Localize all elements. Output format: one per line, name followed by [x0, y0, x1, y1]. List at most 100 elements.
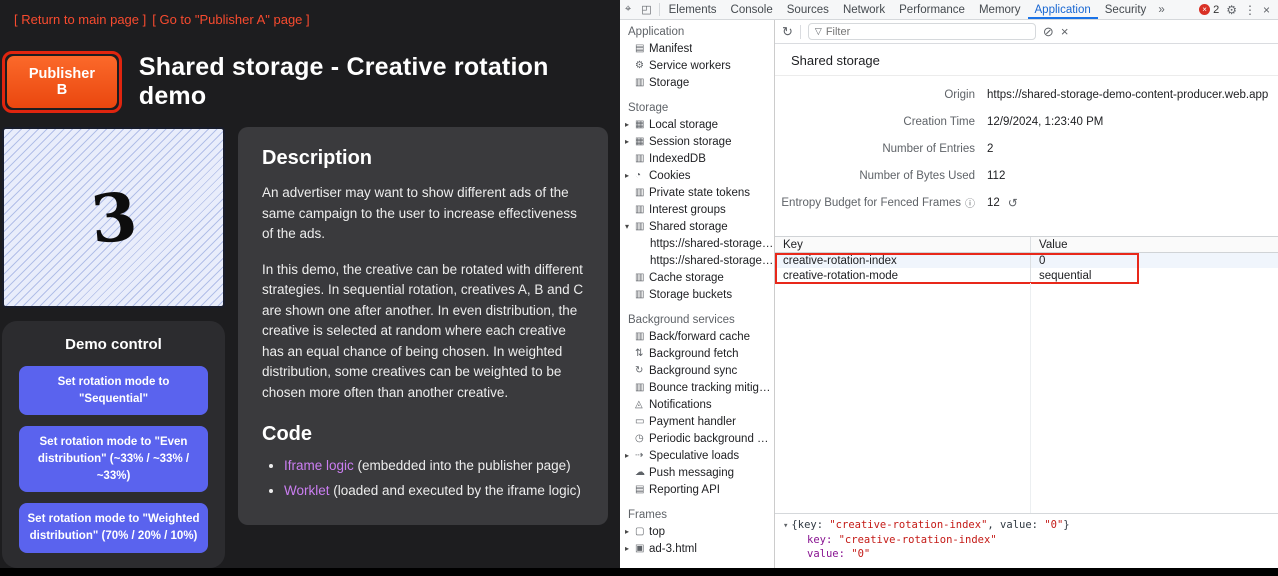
- preview-summary-line[interactable]: ▾{key: "creative-rotation-index", value:…: [783, 518, 1270, 533]
- devtools-panel: ⌖ ◰ ElementsConsoleSourcesNetworkPerform…: [620, 0, 1278, 568]
- site-body: 3 Demo control Set rotation mode to "Seq…: [2, 127, 620, 568]
- rotation-mode-button-1[interactable]: Set rotation mode to "Even distribution"…: [19, 426, 208, 492]
- sidebar-item-indexeddb[interactable]: ▥IndexedDB: [620, 150, 774, 167]
- table-row-creative-rotation-mode[interactable]: creative-rotation-modesequential: [775, 268, 1278, 283]
- sidebar-item-label: Manifest: [649, 43, 692, 55]
- kebab-menu-icon[interactable]: ⋮: [1244, 3, 1256, 17]
- sidebar-item-ad-3-html[interactable]: ▸▣ad-3.html: [620, 540, 774, 557]
- device-toolbar-icon[interactable]: ◰: [636, 0, 656, 19]
- creative-number: 3: [87, 177, 140, 259]
- info-icon[interactable]: ⓘ: [965, 195, 975, 210]
- expand-icon[interactable]: ▸: [625, 171, 635, 180]
- code-link-worklet[interactable]: Worklet: [284, 483, 330, 498]
- tab-sources[interactable]: Sources: [780, 0, 836, 19]
- sidebar-item-reporting-api[interactable]: ▤Reporting API: [620, 481, 774, 498]
- devtools-main: ↻ ▽ ⊘ × Shared storage Originhttps://sha…: [775, 20, 1278, 568]
- more-tabs-icon[interactable]: »: [1153, 0, 1169, 19]
- tab-console[interactable]: Console: [724, 0, 780, 19]
- rotation-mode-button-2[interactable]: Set rotation mode to "Weighted distribut…: [19, 503, 208, 552]
- db-icon: ▥: [635, 289, 649, 300]
- sidebar-item-background-fetch[interactable]: ⇅Background fetch: [620, 345, 774, 362]
- code-list: Iframe logic (embedded into the publishe…: [262, 456, 584, 502]
- metadata-value-text: 2: [987, 143, 993, 155]
- sidebar-item-interest-groups[interactable]: ▥Interest groups: [620, 201, 774, 218]
- preview-expander-icon[interactable]: ▾: [783, 521, 788, 531]
- code-link-description: (embedded into the publisher page): [354, 458, 571, 473]
- tab-network[interactable]: Network: [836, 0, 892, 19]
- tab-performance[interactable]: Performance: [892, 0, 972, 19]
- sidebar-item-storage-buckets[interactable]: ▥Storage buckets: [620, 286, 774, 303]
- sidebar-item-label: IndexedDB: [649, 153, 706, 165]
- sidebar-item-background-sync[interactable]: ↻Background sync: [620, 362, 774, 379]
- sidebar-item-notifications[interactable]: ◬Notifications: [620, 396, 774, 413]
- ad-creative-frame: 3: [2, 127, 225, 308]
- site-links: [ Return to main page ] [ Go to "Publishe…: [0, 0, 620, 27]
- cloud-icon: ☁: [635, 467, 649, 478]
- sidebar-item-label: Payment handler: [649, 416, 736, 428]
- sidebar-item-periodic-background-s[interactable]: ◷Periodic background s…: [620, 430, 774, 447]
- rotation-mode-button-0[interactable]: Set rotation mode to "Sequential": [19, 366, 208, 415]
- entry-preview-pane: ▾{key: "creative-rotation-index", value:…: [775, 513, 1278, 568]
- reset-budget-icon[interactable]: ↺: [1008, 196, 1018, 210]
- settings-gear-icon[interactable]: ⚙: [1226, 3, 1237, 17]
- close-devtools-icon[interactable]: ×: [1263, 3, 1270, 17]
- devtools-body: Application▤Manifest⚙Service workers▥Sto…: [620, 20, 1278, 568]
- sidebar-item-storage[interactable]: ▥Storage: [620, 74, 774, 91]
- key-cell: creative-rotation-index: [775, 253, 1030, 268]
- tab-memory[interactable]: Memory: [972, 0, 1028, 19]
- sidebar-item-cookies[interactable]: ▸◔Cookies: [620, 167, 774, 184]
- expand-icon[interactable]: ▸: [625, 120, 635, 129]
- sidebar-item-bounce-tracking-mitiga[interactable]: ▥Bounce tracking mitiga…: [620, 379, 774, 396]
- column-header-value[interactable]: Value: [1030, 237, 1278, 252]
- sidebar-item-local-storage[interactable]: ▸▦Local storage: [620, 116, 774, 133]
- top-link-1[interactable]: [ Go to "Publisher A" page ]: [152, 12, 309, 27]
- filter-input[interactable]: [826, 26, 1029, 38]
- tab-elements[interactable]: Elements: [662, 0, 724, 19]
- tab-application[interactable]: Application: [1028, 0, 1098, 19]
- devtools-tabbar: ⌖ ◰ ElementsConsoleSourcesNetworkPerform…: [620, 0, 1278, 20]
- description-heading: Description: [262, 147, 584, 170]
- table-row-creative-rotation-index[interactable]: creative-rotation-index0: [775, 253, 1278, 268]
- inspect-element-icon[interactable]: ⌖: [620, 0, 636, 19]
- devtools-tabs: ElementsConsoleSourcesNetworkPerformance…: [662, 0, 1154, 19]
- preview-segment: }: [1063, 519, 1069, 531]
- clear-icon[interactable]: ×: [1061, 24, 1069, 39]
- top-link-0[interactable]: [ Return to main page ]: [14, 12, 146, 27]
- refresh-icon[interactable]: ↻: [782, 24, 793, 40]
- code-link-iframe-logic[interactable]: Iframe logic: [284, 458, 354, 473]
- sidebar-item-cache-storage[interactable]: ▥Cache storage: [620, 269, 774, 286]
- expand-icon[interactable]: ▸: [625, 544, 635, 553]
- sidebar-item-private-state-tokens[interactable]: ▥Private state tokens: [620, 184, 774, 201]
- sidebar-item-shared-storage[interactable]: ▾▥Shared storage: [620, 218, 774, 235]
- error-count-badge[interactable]: × 2: [1199, 4, 1219, 16]
- expand-icon[interactable]: ▸: [625, 527, 635, 536]
- sidebar-item-session-storage[interactable]: ▸▦Session storage: [620, 133, 774, 150]
- sidebar-item-label: Cookies: [649, 170, 691, 182]
- sidebar-item-manifest[interactable]: ▤Manifest: [620, 40, 774, 57]
- sidebar-item-push-messaging[interactable]: ☁Push messaging: [620, 464, 774, 481]
- collapse-icon[interactable]: ▾: [625, 222, 635, 231]
- expand-icon[interactable]: ▸: [625, 137, 635, 146]
- publisher-b-button[interactable]: Publisher B: [7, 56, 117, 108]
- description-panel: Description An advertiser may want to sh…: [238, 127, 608, 525]
- sidebar-item-https-shared-storage-d[interactable]: https://shared-storage-d…: [620, 235, 774, 252]
- delete-all-icon[interactable]: ⊘: [1043, 24, 1054, 40]
- sidebar-item-back-forward-cache[interactable]: ▥Back/forward cache: [620, 328, 774, 345]
- metadata-value: 12↺: [987, 196, 1278, 210]
- tab-security[interactable]: Security: [1098, 0, 1154, 19]
- sidebar-item-payment-handler[interactable]: ▭Payment handler: [620, 413, 774, 430]
- sidebar-item-top[interactable]: ▸▢top: [620, 523, 774, 540]
- db-icon: ▥: [635, 77, 649, 88]
- iframe-icon: ▣: [635, 543, 649, 554]
- sidebar-item-https-shared-storage-d[interactable]: https://shared-storage-d…: [620, 252, 774, 269]
- sidebar-item-service-workers[interactable]: ⚙Service workers: [620, 57, 774, 74]
- doc-icon: ▤: [635, 43, 649, 54]
- site-page: [ Return to main page ] [ Go to "Publishe…: [0, 0, 620, 568]
- preview-segment: , value:: [987, 519, 1044, 531]
- metadata-row-number-of-entries: Number of Entries2: [775, 135, 1278, 162]
- preview-summary: {key: "creative-rotation-index", value: …: [791, 519, 1069, 531]
- sidebar-item-speculative-loads[interactable]: ▸⇢Speculative loads: [620, 447, 774, 464]
- sidebar-item-label: Service workers: [649, 60, 731, 72]
- expand-icon[interactable]: ▸: [625, 451, 635, 460]
- column-header-key[interactable]: Key: [775, 237, 1030, 252]
